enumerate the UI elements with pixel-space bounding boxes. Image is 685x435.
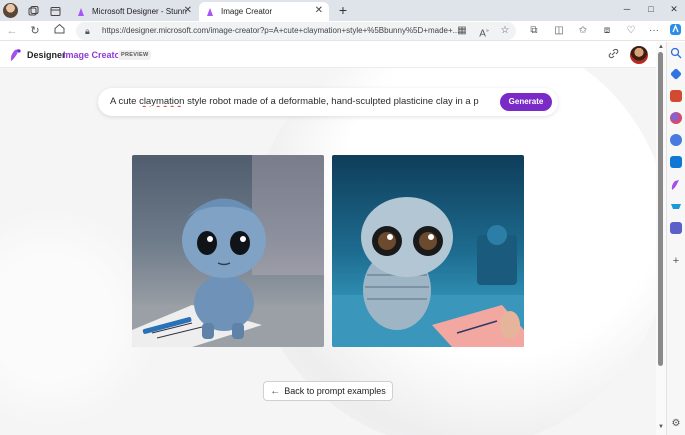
extensions-icon[interactable]: ⧉ [526,23,542,39]
sidebar-settings-icon[interactable]: ⚙ [670,418,682,429]
user-avatar[interactable] [630,46,648,64]
close-window-button[interactable]: ✕ [664,1,684,17]
collections-icon[interactable]: ⧈ [599,23,615,39]
address-bar[interactable]: 🔒︎ https://designer.microsoft.com/image-… [76,22,516,40]
tab-title: Microsoft Designer - Stunning de [92,7,187,16]
result-image-1[interactable] [132,155,324,347]
minimize-button[interactable]: ─ [617,1,637,17]
workspaces-icon[interactable] [24,2,42,20]
toolbox-icon[interactable] [670,90,682,102]
people-icon[interactable] [670,112,682,124]
url-text: https://designer.microsoft.com/image-cre… [102,26,460,35]
back-arrow-icon[interactable]: ← [4,23,20,39]
product-name[interactable]: Image Creator [63,50,124,60]
scroll-up-arrow-icon[interactable]: ▲ [658,44,664,50]
generate-button[interactable]: Generate [500,93,552,111]
share-link-icon[interactable] [608,48,619,62]
tab-title: Image Creator [221,7,273,16]
robot-image-2 [332,197,524,347]
tab-microsoft-designer[interactable]: Microsoft Designer - Stunning de ✕ [70,2,198,21]
designer-header: Designer Image Creator PREVIEW [0,42,656,68]
teams-icon[interactable] [670,222,682,234]
main-content: A cute claymation style robot made of a … [0,68,656,435]
maximize-button[interactable]: □ [641,1,661,17]
tab-close-icon[interactable]: ✕ [315,5,323,16]
shopping-icon[interactable] [670,200,682,212]
search-icon[interactable] [670,46,682,59]
tag-icon[interactable] [670,68,682,80]
copilot-icon[interactable] [667,23,683,39]
prompt-box[interactable]: A cute claymation style robot made of a … [98,88,558,116]
prompt-input[interactable]: A cute claymation style robot made of a … [110,96,490,107]
scroll-thumb[interactable] [658,52,663,366]
designer-favicon-icon [205,7,215,17]
brand-name[interactable]: Designer [27,50,66,60]
home-icon[interactable] [51,23,67,39]
tab-actions-icon[interactable] [46,2,64,20]
browser-titlebar: Microsoft Designer - Stunning de ✕ Image… [0,0,685,21]
browser-toolbar: ← ↻ 🔒︎ https://designer.microsoft.com/im… [0,21,685,41]
robot-image-1 [132,155,324,347]
designer-logo-icon[interactable] [9,48,22,62]
add-sidebar-app-icon[interactable]: + [670,255,682,267]
designer-icon[interactable] [670,178,682,190]
back-to-prompt-examples-button[interactable]: ← Back to prompt examples [263,381,393,401]
result-image-2[interactable] [332,155,524,347]
edge-sidebar: + ⚙ [666,42,685,435]
split-screen-icon[interactable]: ◫ [551,23,567,39]
new-tab-button[interactable]: + [335,2,351,18]
outlook-icon[interactable] [670,156,682,168]
profile-avatar[interactable] [3,3,18,18]
tab-image-creator[interactable]: Image Creator ✕ [199,2,329,21]
read-aloud-icon[interactable]: A» [476,23,492,39]
arrow-left-icon: ← [270,386,281,397]
favorite-star-icon[interactable]: ☆ [497,23,513,39]
more-menu-icon[interactable]: ··· [646,23,662,39]
refresh-icon[interactable]: ↻ [27,23,43,39]
copilot-sidebar-icon[interactable] [670,134,682,146]
app-available-icon[interactable]: ▦ [454,23,470,39]
scroll-down-arrow-icon[interactable]: ▼ [658,424,664,430]
tab-close-icon[interactable]: ✕ [184,5,192,16]
favorites-icon[interactable]: ✩ [575,23,591,39]
designer-favicon-icon [76,7,86,17]
lock-icon: 🔒︎ [85,26,90,36]
preview-badge: PREVIEW [118,50,152,60]
spellcheck-word[interactable]: claymation [139,96,184,107]
browser-essentials-icon[interactable]: ♡ [623,23,639,39]
